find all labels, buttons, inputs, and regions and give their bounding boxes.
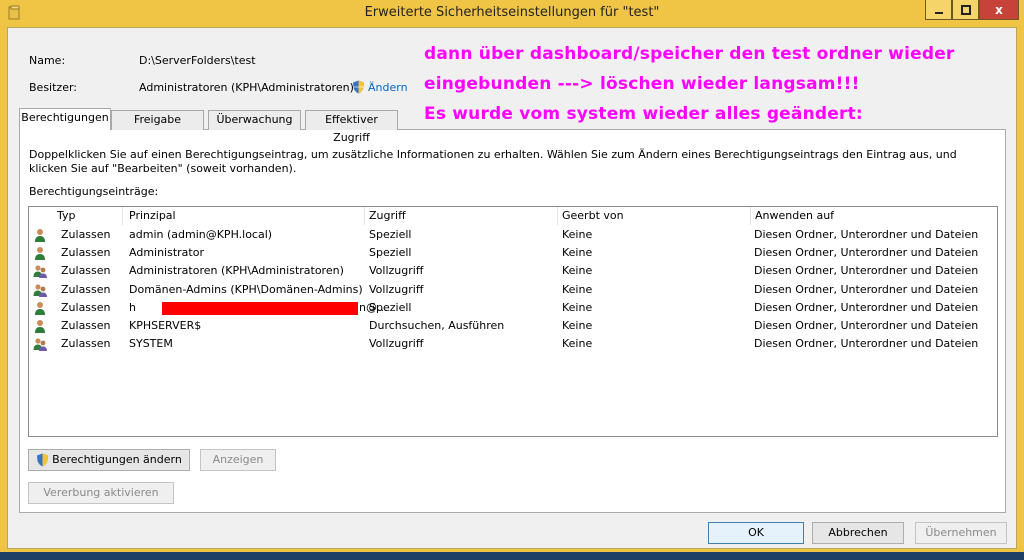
table-row[interactable]: Zulassen h n@... Speziell Keine Diesen Ordner…: [29, 299, 997, 317]
maximize-button[interactable]: [952, 0, 979, 20]
cell-type: Zulassen: [61, 282, 111, 296]
change-permissions-label: Berechtigungen ändern: [52, 453, 182, 466]
cell-access: Speziell: [369, 246, 412, 260]
ok-button[interactable]: OK: [708, 522, 804, 544]
column-header-access[interactable]: Zugriff: [365, 207, 558, 225]
redaction-bar: [162, 301, 358, 315]
tab-sharing[interactable]: Freigabe: [111, 110, 204, 130]
change-permissions-button[interactable]: Berechtigungen ändern: [28, 449, 190, 471]
column-header-principal[interactable]: Prinzipal: [125, 207, 365, 225]
cancel-button[interactable]: Abbrechen: [812, 522, 904, 544]
cell-access: Speziell: [369, 228, 412, 241]
minimize-icon: [934, 11, 943, 14]
user-icon: [35, 301, 45, 315]
cell-principal: Domänen-Admins (KPH\Domänen-Admins): [129, 282, 363, 296]
cell-type: Zulassen: [61, 228, 111, 241]
cell-inherited-from: Keine: [562, 264, 593, 278]
show-button[interactable]: Anzeigen: [200, 449, 276, 471]
instructions-text: Doppelklicken Sie auf einen Berechtigung…: [29, 148, 957, 175]
title-bar[interactable]: Erweiterte Sicherheitseinstellungen für …: [0, 0, 1024, 26]
cell-access: Speziell: [369, 300, 412, 314]
cell-principal: Administratoren (KPH\Administratoren): [129, 264, 344, 278]
table-row[interactable]: Zulassen admin (admin@KPH.local) Speziell K…: [29, 226, 997, 244]
uac-shield-icon: [37, 453, 49, 467]
cell-applies-to: Diesen Ordner, Unterordner und Dateien: [754, 246, 979, 260]
close-button[interactable]: x: [979, 0, 1019, 20]
annotation-line-3: Es wurde vom system wieder alles geänder…: [424, 104, 863, 124]
cell-principal: KPHSERVER$: [129, 319, 202, 332]
group-icon: [33, 283, 47, 297]
column-header-inherited-from[interactable]: Geerbt von: [558, 207, 751, 225]
user-icon: [35, 320, 45, 333]
owner-value: Administratoren (KPH\Administratoren): [139, 81, 354, 94]
permission-entries-list[interactable]: Typ Prinzipal Zugriff Geerbt von Anwende…: [28, 206, 998, 437]
change-link-label: Ändern: [368, 80, 408, 94]
cell-principal: admin (admin@KPH.local): [129, 228, 273, 241]
column-header-applies-to[interactable]: Anwenden auf: [751, 207, 997, 225]
cell-inherited-from: Keine: [562, 300, 593, 314]
principal-prefix: h: [129, 300, 136, 314]
cell-inherited-from: Keine: [562, 319, 593, 332]
column-header-type[interactable]: Typ: [53, 207, 123, 225]
window-title: Erweiterte Sicherheitseinstellungen für …: [364, 5, 660, 20]
tab-permissions[interactable]: Berechtigungen: [19, 108, 111, 130]
minimize-button[interactable]: [925, 0, 952, 20]
cell-applies-to: Diesen Ordner, Unterordner und Dateien: [754, 337, 979, 351]
taskbar-strip: [0, 552, 1024, 560]
table-row[interactable]: Zulassen Domänen-Admins (KPH\Domänen-Admi…: [29, 281, 997, 299]
cell-type: Zulassen: [61, 337, 111, 351]
tab-auditing[interactable]: Überwachung: [208, 110, 301, 130]
cell-access: Vollzugriff: [369, 282, 424, 296]
cell-type: Zulassen: [61, 246, 111, 260]
cell-principal: Administrator: [129, 246, 204, 260]
user-icon: [35, 229, 45, 242]
enable-inheritance-button[interactable]: Vererbung aktivieren: [28, 482, 174, 504]
group-icon: [33, 265, 47, 279]
entries-label: Berechtigungseinträge:: [29, 185, 159, 198]
cell-access: Durchsuchen, Ausführen: [369, 319, 505, 332]
cell-applies-to: Diesen Ordner, Unterordner und Dateien: [754, 300, 979, 314]
cell-applies-to: Diesen Ordner, Unterordner und Dateien: [754, 264, 979, 278]
cell-inherited-from: Keine: [562, 246, 593, 260]
change-owner-link[interactable]: Ändern: [352, 80, 408, 94]
cell-access: Vollzugriff: [369, 264, 424, 278]
apply-button[interactable]: Übernehmen: [915, 522, 1007, 544]
table-row[interactable]: Zulassen SYSTEM Vollzugriff Keine Diesen Ord…: [29, 335, 997, 353]
tab-effective-access[interactable]: Effektiver Zugriff: [305, 110, 398, 144]
cell-principal: SYSTEM: [129, 337, 173, 351]
table-row[interactable]: Zulassen KPHSERVER$ Durchsuchen, Ausführen…: [29, 317, 997, 335]
table-row[interactable]: Zulassen Administratoren (KPH\Administrat…: [29, 262, 997, 280]
maximize-icon: [960, 4, 971, 15]
cell-inherited-from: Keine: [562, 337, 593, 351]
table-row[interactable]: Zulassen Administrator Speziell Keine Diesen…: [29, 244, 997, 262]
group-icon: [33, 338, 47, 352]
name-value: D:\ServerFolders\test: [139, 54, 256, 67]
cell-applies-to: Diesen Ordner, Unterordner und Dateien: [754, 319, 979, 332]
uac-shield-icon: [353, 80, 364, 94]
cell-applies-to: Diesen Ordner, Unterordner und Dateien: [754, 228, 979, 241]
annotation-line-1: dann über dashboard/speicher den test or…: [424, 44, 955, 64]
cell-inherited-from: Keine: [562, 228, 593, 241]
cell-type: Zulassen: [61, 300, 111, 314]
cell-inherited-from: Keine: [562, 282, 593, 296]
cell-applies-to: Diesen Ordner, Unterordner und Dateien: [754, 282, 979, 296]
user-icon: [35, 247, 45, 261]
owner-label: Besitzer:: [29, 81, 77, 94]
annotation-line-2: eingebunden ---> löschen wieder langsam!…: [424, 74, 860, 94]
cell-access: Vollzugriff: [369, 337, 424, 351]
security-dialog-window: Erweiterte Sicherheitseinstellungen für …: [0, 0, 1024, 556]
cell-type: Zulassen: [61, 264, 111, 278]
name-label: Name:: [29, 54, 66, 67]
cell-type: Zulassen: [61, 319, 111, 332]
